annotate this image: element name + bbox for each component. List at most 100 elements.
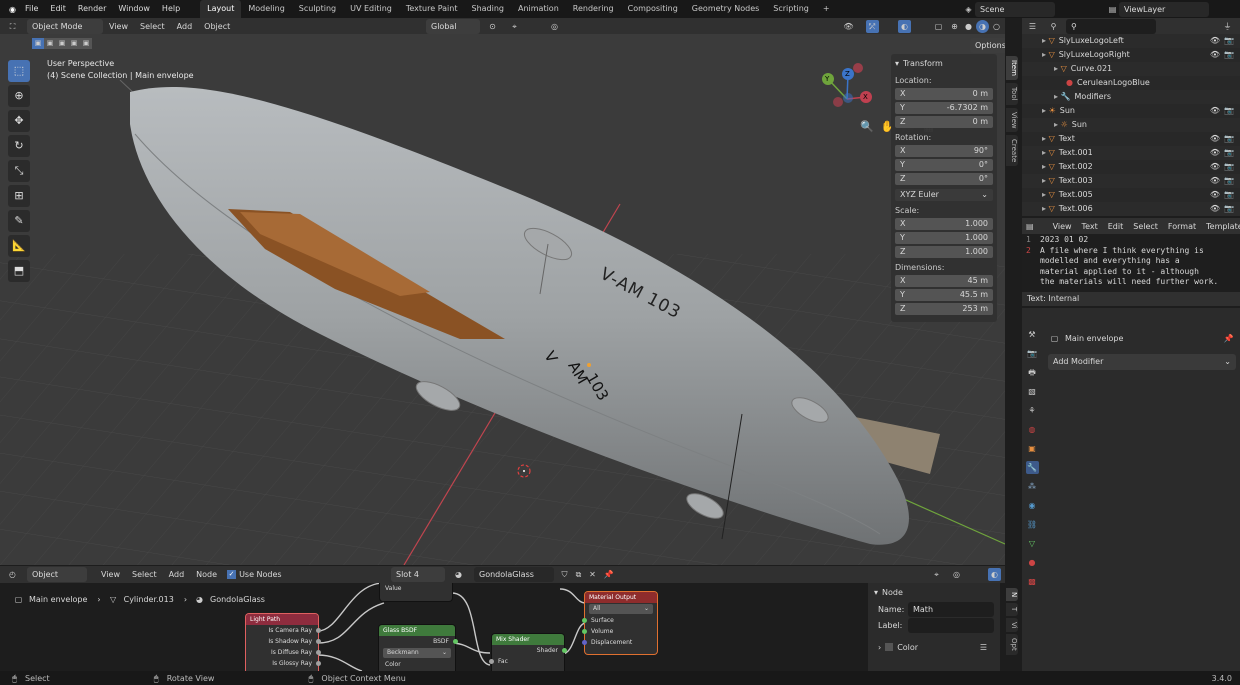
select-extend-icon[interactable]: ▣ [44,38,56,49]
expand-arrow-icon[interactable]: ▸ [1042,106,1049,115]
te-menu-text[interactable]: Text [1077,222,1103,231]
outliner-row[interactable]: ▸ ☼ Sun [1022,118,1240,132]
proportional-edit-icon[interactable]: ◎ [548,20,561,33]
render-camera-icon[interactable]: 📷 [1224,202,1234,216]
menu-file[interactable]: File [19,0,44,18]
use-nodes-checkbox[interactable]: ✓ [227,570,237,579]
output-target-dropdown[interactable]: All ⌄ [589,604,653,614]
ne-menu-node[interactable]: Node [190,570,223,579]
mix-shader-node[interactable]: Mix Shader Shader Fac [489,634,567,671]
tab-modeling[interactable]: Modeling [241,0,291,18]
node-canvas[interactable]: ▢ Main envelope › ▽ Cylinder.013 › ◕ Gon… [0,583,1005,671]
socket[interactable] [316,639,321,644]
xray-icon[interactable]: ▢ [932,20,945,33]
socket[interactable] [582,618,587,623]
expand-arrow-icon[interactable]: ▸ [1042,134,1049,143]
render-props-icon[interactable]: 📷 [1026,347,1039,360]
socket[interactable] [453,639,458,644]
color-checkbox[interactable] [885,643,894,651]
socket[interactable] [489,659,494,664]
move-tool-icon[interactable]: ✥ [8,110,30,132]
render-camera-icon[interactable]: 📷 [1224,132,1234,146]
te-menu-templates[interactable]: Templates [1201,222,1240,231]
pivot-icon[interactable]: ⊙ [486,20,499,33]
menu-edit[interactable]: Edit [44,0,72,18]
zoom-icon[interactable]: 🔍 [858,118,876,136]
menu-window[interactable]: Window [112,0,156,18]
text-editor-body[interactable]: 1 2023 01 02 2A file where I think everyt… [1022,234,1240,292]
rotation-mode-dropdown[interactable]: XYZ Euler ⌄ [895,189,993,201]
options-dropdown[interactable]: Options [970,38,1005,53]
rotate-tool-icon[interactable]: ↻ [8,135,30,157]
render-camera-icon[interactable]: 📷 [1224,160,1234,174]
material-sphere-icon[interactable]: ◕ [452,568,465,581]
material-output-node[interactable]: Material Output All ⌄ Surface Volume Disp… [582,592,657,654]
vp-menu-add[interactable]: Add [171,22,199,31]
texture-props-icon[interactable]: ▩ [1026,575,1039,588]
tab-shading[interactable]: Shading [464,0,511,18]
scale-tool-icon[interactable]: ⤡ [8,160,30,182]
view-layer-props-icon[interactable]: ▧ [1026,385,1039,398]
outliner-row[interactable]: ▸ ▽ SlyLuxeLogoRight 👁 📷 [1022,48,1240,62]
tool-props-icon[interactable]: ⚒ [1026,328,1039,341]
tab-item[interactable]: Item [1006,56,1018,80]
visibility-eye-icon[interactable]: 👁 [1210,132,1220,146]
select-tool-icon[interactable]: ⬚ [8,60,30,82]
shading-solid-icon[interactable]: ● [962,20,975,33]
orientation-dropdown[interactable]: Global [426,18,480,34]
outliner-search-input[interactable]: ⚲ [1066,18,1156,34]
visibility-eye-icon[interactable]: 👁 [1210,34,1220,48]
location-z-field[interactable]: Z0 m [895,116,993,128]
visibility-eye-icon[interactable]: 👁 [1210,146,1220,160]
tab-uv-editing[interactable]: UV Editing [343,0,399,18]
tab-tool[interactable]: Tool [1006,82,1018,105]
outliner-row[interactable]: ▸ ▽ SlyLuxeLogoLeft 👁 📷 [1022,34,1240,48]
display-mode-icon[interactable]: ⚲ [1047,20,1060,33]
ne-overlay-icon[interactable]: ◎ [950,568,963,581]
outliner-row[interactable]: ▸ ▽ Text.003 👁 📷 [1022,174,1240,188]
cursor-tool-icon[interactable]: ⊕ [8,85,30,107]
ne-pin-icon[interactable]: 📌 [602,568,615,581]
world-props-icon[interactable]: ◍ [1026,423,1039,436]
dimensions-z-field[interactable]: Z 253 m [895,303,993,315]
tab-scripting[interactable]: Scripting [766,0,816,18]
tab-options-ne[interactable]: Opt [1006,634,1018,655]
outliner-row[interactable]: ▸ ▽ Text.006 👁 📷 [1022,202,1240,216]
outliner-row[interactable]: ▸ ▽ Text.002 👁 📷 [1022,160,1240,174]
outliner-row[interactable]: ▸ ▽ Text.005 👁 📷 [1022,188,1240,202]
shading-wireframe-icon[interactable]: ⊕ [948,20,961,33]
transform-header[interactable]: ▾ Transform [891,54,997,72]
expand-arrow-icon[interactable]: ▸ [1042,204,1049,213]
outliner-row[interactable]: ▸ 🔧 Modifiers [1022,90,1240,104]
outliner-row[interactable]: ▸ ▽ Text.001 👁 📷 [1022,146,1240,160]
socket[interactable] [582,640,587,645]
visibility-eye-icon[interactable]: 👁 [1210,188,1220,202]
outliner-row[interactable]: ● CeruleanLogoBlue [1022,76,1240,90]
te-menu-select[interactable]: Select [1128,222,1163,231]
shader-type-dropdown[interactable]: Object [27,567,87,582]
rotation-z-field[interactable]: Z 0° [895,173,993,185]
physics-props-icon[interactable]: ◉ [1026,499,1039,512]
tab-view-ne[interactable]: Vi [1006,617,1018,633]
data-props-icon[interactable]: ▽ [1026,537,1039,550]
add-cube-tool-icon[interactable]: ⬒ [8,260,30,282]
3d-viewport[interactable]: X Z Y V-AM 103 V AM 103 User Perspective… [0,34,1005,565]
snap-icon[interactable]: ⌖ [508,20,521,33]
expand-arrow-icon[interactable]: ▸ [1042,190,1049,199]
value-node[interactable]: Value [380,583,452,601]
particles-props-icon[interactable]: ⁂ [1026,480,1039,493]
vp-menu-view[interactable]: View [103,22,134,31]
select-subtract-icon[interactable]: ▣ [56,38,68,49]
outliner-row[interactable]: ▸ ▽ Curve.021 [1022,62,1240,76]
socket[interactable] [316,661,321,666]
render-camera-icon[interactable]: 📷 [1224,34,1234,48]
dimensions-y-field[interactable]: Y 45.5 m [895,289,993,301]
gizmo-toggle-icon[interactable]: ⤱ [866,19,879,33]
location-y-field[interactable]: Y -6.7302 m [895,102,993,114]
expand-arrow-icon[interactable]: ▸ [1042,148,1049,157]
dimensions-x-field[interactable]: X 45 m [895,275,993,287]
ne-snap-icon[interactable]: ⌖ [930,568,943,581]
socket[interactable] [316,628,321,633]
expand-arrow-icon[interactable]: ▸ [1054,64,1061,73]
visibility-icon[interactable]: 👁 [842,20,855,33]
